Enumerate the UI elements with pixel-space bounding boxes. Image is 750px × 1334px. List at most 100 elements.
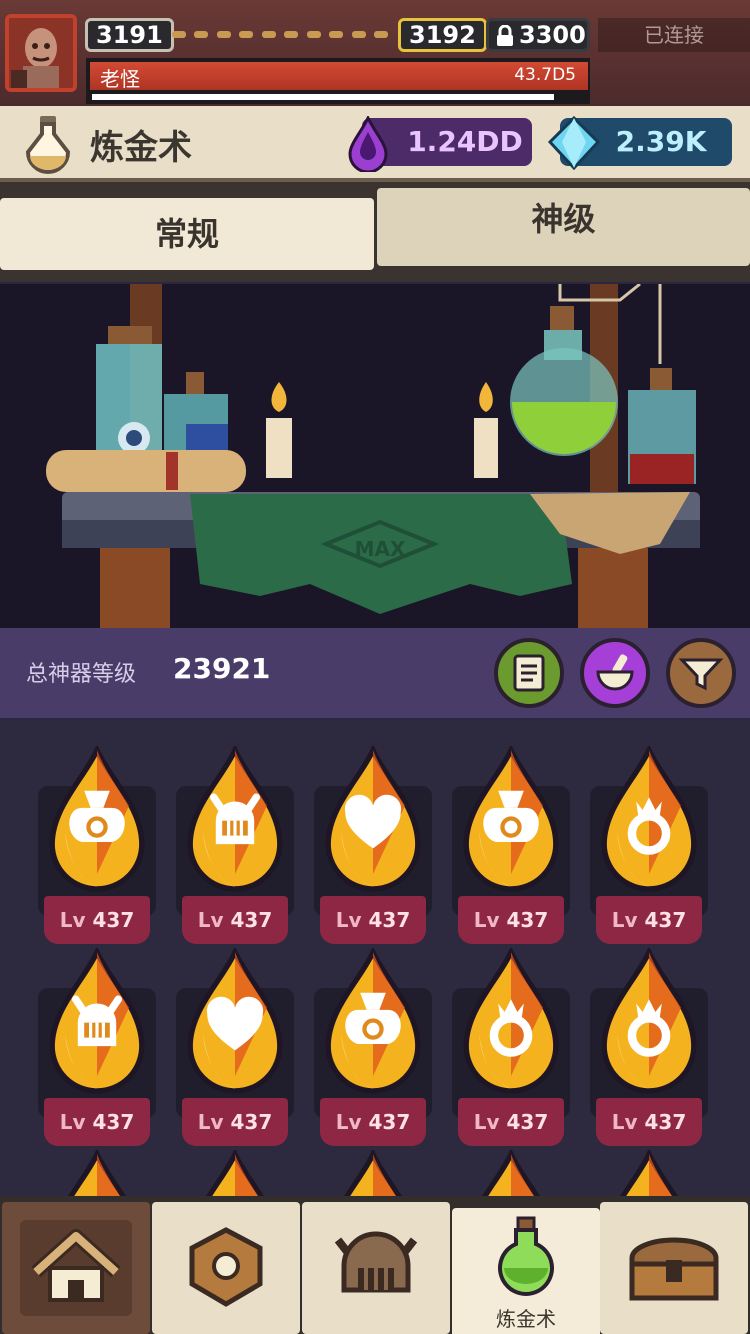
level-value: 437 (368, 1110, 411, 1134)
level-prefix: Lv (611, 1110, 638, 1134)
page-title: 炼金术 (90, 128, 192, 168)
player-avatar[interactable] (5, 14, 77, 92)
artifact-level-badge: Lv 437 (320, 896, 426, 944)
blue-currency-value: 2.39K (615, 125, 707, 158)
level-prefix: Lv (59, 908, 86, 932)
level-value: 437 (644, 908, 687, 932)
locked-stage[interactable]: 3300 (486, 18, 590, 52)
boss-hp-bar: 老怪 43.7D5 (86, 58, 590, 104)
level-value: 437 (230, 908, 273, 932)
level-prefix: Lv (197, 908, 224, 932)
level-prefix: Lv (197, 1110, 224, 1134)
nav-chest[interactable] (600, 1202, 748, 1334)
flame-gem-icon (65, 1150, 129, 1200)
level-value: 437 (230, 1110, 273, 1134)
artifact-level-badge: Lv 437 (182, 1098, 288, 1146)
level-prefix: Lv (473, 1110, 500, 1134)
nav-alchemy[interactable]: 炼金术 (452, 1208, 600, 1334)
crown-ring-icon (463, 948, 559, 1094)
artifact-card-partial[interactable] (176, 1150, 294, 1200)
artifact-card[interactable]: Lv 437 (38, 948, 156, 1152)
boss-name: 老怪 (100, 67, 140, 91)
artifact-card[interactable]: Lv 437 (314, 746, 432, 950)
locked-stage-label: 3300 (519, 21, 586, 49)
lock-icon (497, 25, 513, 46)
money-bag-icon (463, 746, 559, 892)
artifact-level-badge: Lv 437 (44, 896, 150, 944)
helmet-icon (187, 746, 283, 892)
level-prefix: Lv (335, 1110, 362, 1134)
artifact-card[interactable]: Lv 437 (38, 746, 156, 950)
flame-gem-icon (479, 1150, 543, 1200)
artifact-card-partial[interactable] (452, 1150, 570, 1200)
level-value: 437 (506, 908, 549, 932)
artifact-card-partial[interactable] (38, 1150, 156, 1200)
money-bag-icon (49, 746, 145, 892)
purple-currency-value: 1.24DD (407, 125, 523, 158)
mortar-button[interactable] (580, 638, 650, 708)
flame-gem-icon (203, 1150, 267, 1200)
next-stage[interactable]: 3192 (398, 18, 487, 52)
level-prefix: Lv (611, 908, 638, 932)
timer-bar (92, 94, 554, 100)
nav-hex[interactable] (152, 1202, 300, 1334)
tab-divine[interactable]: 神级 (377, 188, 750, 266)
hexnut-icon (189, 1227, 263, 1307)
artifact-level-badge: Lv 437 (182, 896, 288, 944)
nav-helmet[interactable] (302, 1202, 450, 1334)
connection-status: 已连接 (598, 18, 750, 52)
artifact-card[interactable]: Lv 437 (176, 948, 294, 1152)
purple-drop-icon (348, 116, 388, 172)
nav-home[interactable] (2, 1202, 150, 1334)
filter-button[interactable] (666, 638, 736, 708)
tab-normal[interactable]: 常规 (0, 198, 374, 270)
artifact-card-partial[interactable] (314, 1150, 432, 1200)
purple-currency[interactable]: 1.24DD (348, 116, 532, 172)
funnel-icon (678, 658, 724, 691)
artifact-level-badge: Lv 437 (596, 896, 702, 944)
bottom-nav: 炼金术 (0, 1196, 750, 1334)
artifact-level-badge: Lv 437 (320, 1098, 426, 1146)
max-cloth-label: MAX (355, 537, 406, 561)
ogre-portrait-icon (9, 18, 73, 88)
mortar-pestle-icon (596, 654, 634, 691)
artifact-level-badge: Lv 437 (458, 1098, 564, 1146)
artifact-level-badge: Lv 437 (458, 896, 564, 944)
artifact-card[interactable]: Lv 437 (452, 948, 570, 1152)
alchemy-scene-illustration: MAX (0, 284, 750, 628)
potion-icon (498, 1216, 554, 1296)
flame-gem-icon (617, 1150, 681, 1200)
artifact-card[interactable]: Lv 437 (176, 746, 294, 950)
artifact-card[interactable]: Lv 437 (590, 746, 708, 950)
level-value: 437 (368, 908, 411, 932)
scroll-list-icon (513, 654, 545, 692)
alchemy-table-scene: MAX (0, 284, 750, 628)
boss-hp-value: 43.7D5 (514, 65, 576, 85)
diamond-icon (548, 116, 600, 170)
level-prefix: Lv (473, 908, 500, 932)
artifact-card-partial[interactable] (590, 1150, 708, 1200)
stage-progress-dots (172, 31, 388, 39)
chest-icon (629, 1237, 719, 1301)
artifact-card[interactable]: Lv 437 (314, 948, 432, 1152)
level-value: 437 (506, 1110, 549, 1134)
artifact-level-badge: Lv 437 (596, 1098, 702, 1146)
top-bar: 3191 3192 3300 已连接 老怪 43.7D5 (0, 0, 750, 106)
helmet-icon (49, 948, 145, 1094)
level-value: 437 (92, 1110, 135, 1134)
list-button[interactable] (494, 638, 564, 708)
artifact-card[interactable]: Lv 437 (590, 948, 708, 1152)
helmet-icon (334, 1231, 418, 1293)
flask-icon (25, 116, 71, 174)
artifact-grid: Lv 437 Lv 437 Lv 437 Lv 437 Lv 437 Lv 437 Lv 4… (0, 720, 750, 1200)
artifact-level-value: 23921 (173, 652, 271, 685)
level-value: 437 (644, 1110, 687, 1134)
crown-ring-icon (601, 948, 697, 1094)
heart-icon (187, 948, 283, 1094)
artifact-card[interactable]: Lv 437 (452, 746, 570, 950)
blue-currency[interactable]: 2.39K (548, 116, 732, 170)
artifact-level-bar: 总神器等级 23921 (0, 628, 750, 718)
artifact-level-label: 总神器等级 (26, 662, 137, 687)
level-prefix: Lv (59, 1110, 86, 1134)
flame-gem-icon (341, 1150, 405, 1200)
